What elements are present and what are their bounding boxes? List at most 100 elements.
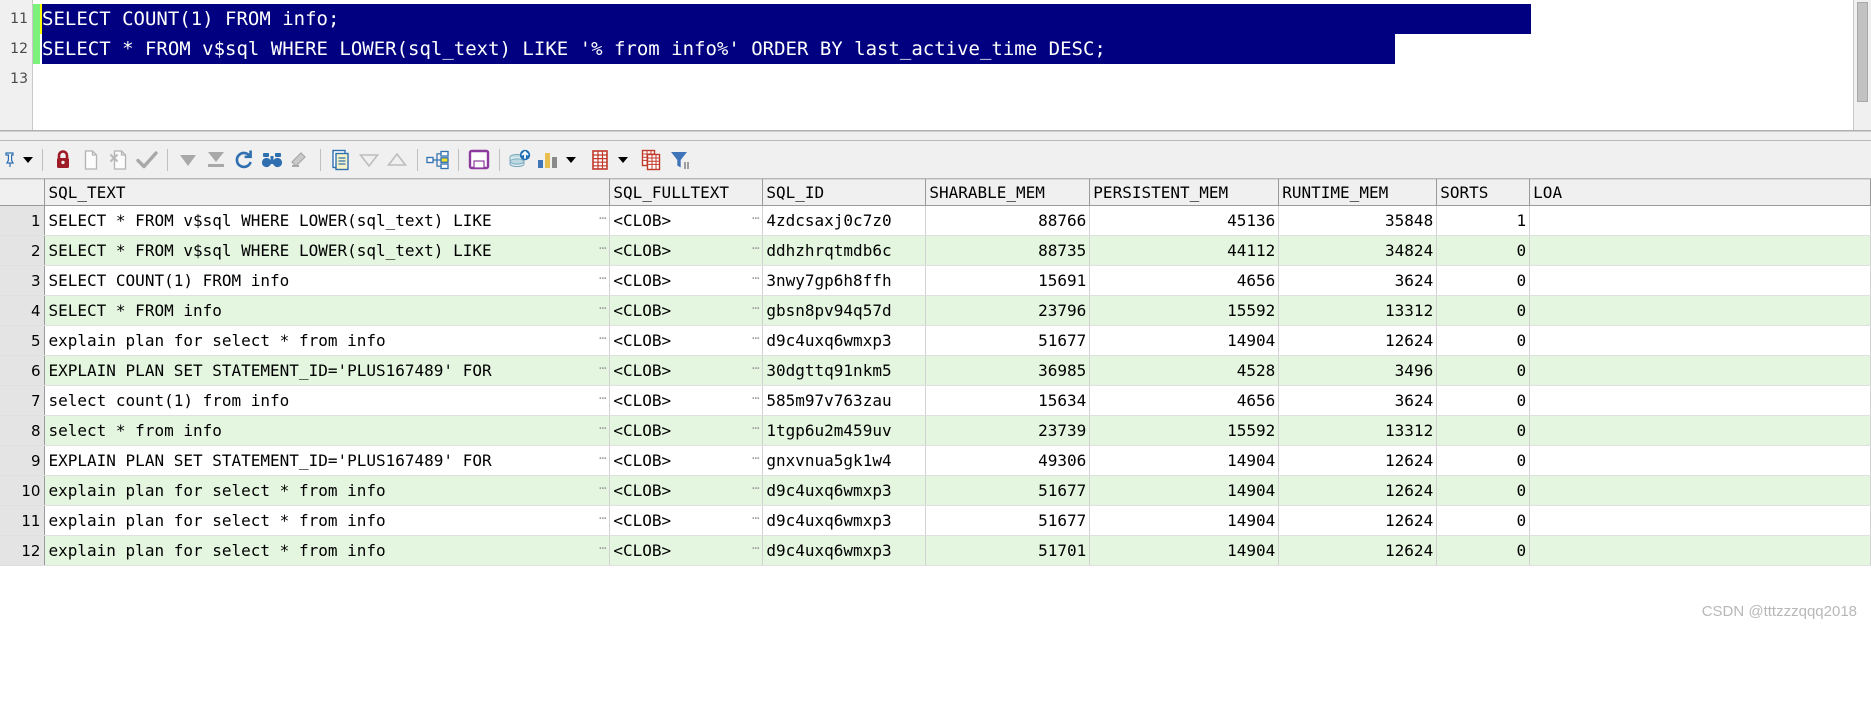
editor-line-text[interactable]: SELECT * FROM v$sql WHERE LOWER(sql_text… <box>42 34 1395 64</box>
ellipsis-icon[interactable]: ⋯ <box>599 301 606 314</box>
ellipsis-icon[interactable]: ⋯ <box>752 331 759 344</box>
triangle-down-icon[interactable] <box>355 146 383 174</box>
cell-runtime-mem[interactable]: 12624 <box>1278 445 1438 476</box>
cell-sql-id[interactable]: 4zdcsaxj0c7z0 <box>762 205 927 236</box>
cell-sql-id[interactable]: d9c4uxq6wmxp3 <box>762 325 927 356</box>
cell-persistent-mem[interactable]: 4656 <box>1089 385 1280 416</box>
refresh-icon[interactable] <box>230 146 258 174</box>
document-icon[interactable] <box>77 146 105 174</box>
cell-loads[interactable] <box>1529 355 1871 386</box>
cell-sharable-mem[interactable]: 49306 <box>925 445 1091 476</box>
cell-persistent-mem[interactable]: 4656 <box>1089 265 1280 296</box>
cell-sql-fulltext[interactable]: <CLOB> ⋯ <box>609 475 764 506</box>
cell-persistent-mem[interactable]: 14904 <box>1089 325 1280 356</box>
ellipsis-icon[interactable]: ⋯ <box>752 541 759 554</box>
row-number[interactable]: 6 <box>0 355 46 386</box>
cell-loads[interactable] <box>1529 205 1871 236</box>
table-row[interactable]: 8 select * from info ⋯ <CLOB> ⋯ 1tgp6u2m45… <box>0 415 1871 446</box>
cell-sql-text[interactable]: explain plan for select * from info ⋯ <box>44 325 611 356</box>
ellipsis-icon[interactable]: ⋯ <box>752 241 759 254</box>
ellipsis-icon[interactable]: ⋯ <box>599 391 606 404</box>
cell-sharable-mem[interactable]: 15691 <box>925 265 1091 296</box>
cell-sql-id[interactable]: ddhzhrqtmdb6c <box>762 235 927 266</box>
cell-runtime-mem[interactable]: 12624 <box>1278 475 1438 506</box>
cell-sql-text[interactable]: SELECT COUNT(1) FROM info ⋯ <box>44 265 611 296</box>
red-grid-copy-icon[interactable] <box>638 146 666 174</box>
column-header-persistent-mem[interactable]: PERSISTENT_MEM <box>1089 179 1280 206</box>
cell-sql-fulltext[interactable]: <CLOB> ⋯ <box>609 385 764 416</box>
cell-sql-text[interactable]: select * from info ⋯ <box>44 415 611 446</box>
cell-runtime-mem[interactable]: 3624 <box>1278 385 1438 416</box>
cell-runtime-mem[interactable]: 13312 <box>1278 295 1438 326</box>
row-number[interactable]: 3 <box>0 265 46 296</box>
chart-dropdown-caret-down-icon[interactable] <box>562 146 579 174</box>
cell-sorts[interactable]: 0 <box>1436 295 1531 326</box>
cell-sql-fulltext[interactable]: <CLOB> ⋯ <box>609 325 764 356</box>
table-row[interactable]: 1 SELECT * FROM v$sql WHERE LOWER(sql_te… <box>0 205 1871 236</box>
cell-sharable-mem[interactable]: 15634 <box>925 385 1091 416</box>
table-row[interactable]: 11 explain plan for select * from info ⋯ … <box>0 505 1871 536</box>
column-header-sql-fulltext[interactable]: SQL_FULLTEXT <box>609 179 764 206</box>
cell-sharable-mem[interactable]: 23739 <box>925 415 1091 446</box>
sql-editor-pane[interactable]: 11 12 13 SELECT COUNT(1) FROM info; SELE… <box>0 0 1871 131</box>
pane-splitter[interactable] <box>0 131 1871 141</box>
ellipsis-icon[interactable]: ⋯ <box>752 361 759 374</box>
editor-line-text[interactable]: SELECT COUNT(1) FROM info; <box>42 4 1531 34</box>
ellipsis-icon[interactable]: ⋯ <box>599 271 606 284</box>
cell-runtime-mem[interactable]: 35848 <box>1278 205 1438 236</box>
cell-persistent-mem[interactable]: 15592 <box>1089 415 1280 446</box>
cell-sql-text[interactable]: select count(1) from info ⋯ <box>44 385 611 416</box>
document-close-icon[interactable] <box>105 146 133 174</box>
ellipsis-icon[interactable]: ⋯ <box>752 451 759 464</box>
cell-sql-id[interactable]: d9c4uxq6wmxp3 <box>762 475 927 506</box>
cell-runtime-mem[interactable]: 12624 <box>1278 325 1438 356</box>
table-row[interactable]: 12 explain plan for select * from info ⋯ … <box>0 535 1871 566</box>
cell-sharable-mem[interactable]: 51677 <box>925 325 1091 356</box>
grid-format-dropdown-caret-down-icon[interactable] <box>614 146 631 174</box>
check-icon[interactable] <box>133 146 161 174</box>
row-number-header[interactable] <box>0 179 46 206</box>
table-row[interactable]: 10 explain plan for select * from info ⋯ … <box>0 475 1871 506</box>
table-row[interactable]: 5 explain plan for select * from info ⋯ <… <box>0 325 1871 356</box>
cell-runtime-mem[interactable]: 13312 <box>1278 415 1438 446</box>
ellipsis-icon[interactable]: ⋯ <box>752 421 759 434</box>
cell-persistent-mem[interactable]: 4528 <box>1089 355 1280 386</box>
cell-sql-text[interactable]: explain plan for select * from info ⋯ <box>44 535 611 566</box>
row-number[interactable]: 11 <box>0 505 46 536</box>
row-number[interactable]: 8 <box>0 415 46 446</box>
cell-persistent-mem[interactable]: 14904 <box>1089 505 1280 536</box>
cell-sql-id[interactable]: gnxvnua5gk1w4 <box>762 445 927 476</box>
cell-runtime-mem[interactable]: 12624 <box>1278 505 1438 536</box>
cell-sorts[interactable]: 0 <box>1436 475 1531 506</box>
cell-sql-text[interactable]: EXPLAIN PLAN SET STATEMENT_ID='PLUS16748… <box>44 355 611 386</box>
database-upload-icon[interactable] <box>506 146 534 174</box>
cell-loads[interactable] <box>1529 265 1871 296</box>
column-header-loads[interactable]: LOA <box>1529 179 1871 206</box>
cell-sql-fulltext[interactable]: <CLOB> ⋯ <box>609 505 764 536</box>
cell-runtime-mem[interactable]: 3624 <box>1278 265 1438 296</box>
cell-sorts[interactable]: 0 <box>1436 535 1531 566</box>
ellipsis-icon[interactable]: ⋯ <box>599 421 606 434</box>
cell-persistent-mem[interactable]: 45136 <box>1089 205 1280 236</box>
bar-chart-icon[interactable] <box>534 146 562 174</box>
editor-vertical-scrollbar[interactable] <box>1853 0 1871 130</box>
cell-loads[interactable] <box>1529 235 1871 266</box>
cell-sql-fulltext[interactable]: <CLOB> ⋯ <box>609 445 764 476</box>
cell-sorts[interactable]: 1 <box>1436 205 1531 236</box>
results-grid[interactable]: SQL_TEXT SQL_FULLTEXT SQL_ID SHARABLE_ME… <box>0 179 1871 566</box>
cell-sql-id[interactable]: gbsn8pv94q57d <box>762 295 927 326</box>
ellipsis-icon[interactable]: ⋯ <box>752 271 759 284</box>
eraser-icon[interactable] <box>286 146 314 174</box>
cell-sql-fulltext[interactable]: <CLOB> ⋯ <box>609 205 764 236</box>
tree-icon[interactable] <box>424 146 452 174</box>
cell-sorts[interactable]: 0 <box>1436 415 1531 446</box>
cell-persistent-mem[interactable]: 14904 <box>1089 445 1280 476</box>
arrow-down-icon[interactable] <box>174 146 202 174</box>
table-row[interactable]: 2 SELECT * FROM v$sql WHERE LOWER(sql_te… <box>0 235 1871 266</box>
table-row[interactable]: 9 EXPLAIN PLAN SET STATEMENT_ID='PLUS167… <box>0 445 1871 476</box>
cell-sharable-mem[interactable]: 51701 <box>925 535 1091 566</box>
cell-loads[interactable] <box>1529 415 1871 446</box>
column-header-runtime-mem[interactable]: RUNTIME_MEM <box>1278 179 1438 206</box>
cell-runtime-mem[interactable]: 34824 <box>1278 235 1438 266</box>
arrow-down-bar-icon[interactable] <box>202 146 230 174</box>
